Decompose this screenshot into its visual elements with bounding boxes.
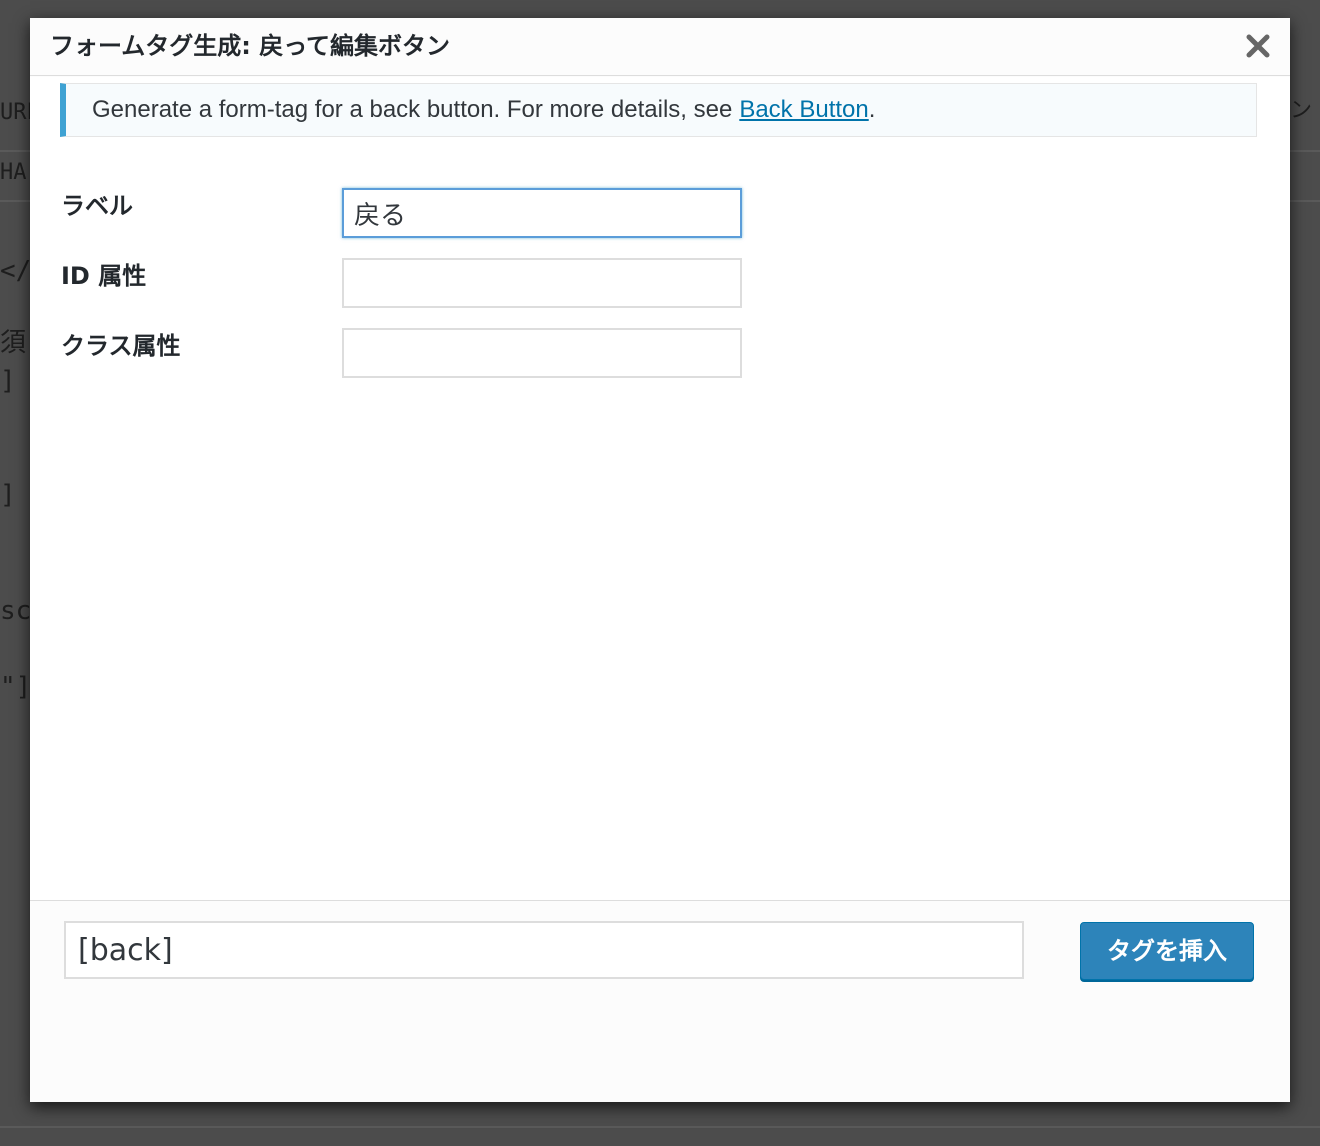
form-tag-dialog: フォームタグ生成: 戻って編集ボタン Generate a form-tag f… [30, 18, 1290, 1102]
background-text: </ [0, 256, 30, 286]
background-text: 須 [0, 328, 27, 358]
background-text: ] [0, 480, 16, 510]
field-label: ID 属性 [61, 262, 147, 290]
class-attribute-input[interactable] [342, 328, 742, 378]
background-text: ] [0, 366, 16, 396]
background-divider [0, 1126, 1320, 1128]
field-label: クラス属性 [61, 332, 181, 360]
dialog-title: フォームタグ生成: 戻って編集ボタン [50, 32, 451, 60]
id-attribute-input[interactable] [342, 258, 742, 308]
dialog-footer: タグを挿入 [30, 900, 1290, 1102]
background-text: HA [0, 160, 27, 185]
background-text: ン [1290, 98, 1313, 123]
generated-tag-field[interactable] [64, 921, 1024, 979]
notice-period: . [868, 96, 876, 123]
close-button[interactable] [1240, 26, 1276, 66]
close-icon [1246, 34, 1270, 58]
back-button-help-link[interactable]: Back Button [739, 96, 868, 124]
background-text: sc [0, 596, 30, 626]
background-text: URL [0, 100, 30, 125]
info-notice: Generate a form-tag for a back button. F… [60, 83, 1257, 137]
dialog-body: Generate a form-tag for a back button. F… [30, 77, 1290, 900]
label-input[interactable] [342, 188, 742, 238]
background-text: "] [0, 672, 30, 702]
field-label: ラベル [61, 192, 133, 220]
notice-text: Generate a form-tag for a back button. F… [92, 96, 733, 123]
dialog-header: フォームタグ生成: 戻って編集ボタン [30, 18, 1290, 76]
insert-tag-button[interactable]: タグを挿入 [1080, 922, 1254, 980]
